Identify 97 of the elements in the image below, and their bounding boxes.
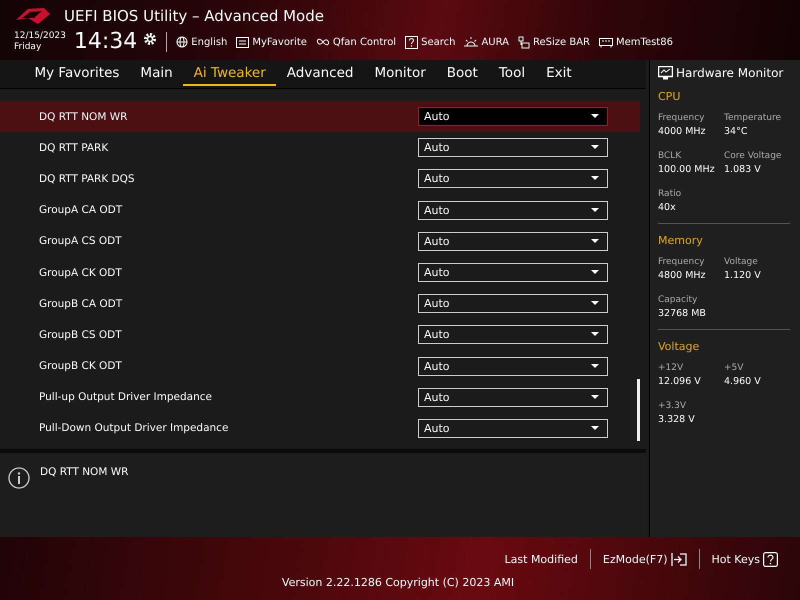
caret-icon: [591, 145, 599, 150]
tab[interactable]: Main: [130, 62, 184, 86]
section-title: Voltage: [658, 340, 700, 353]
footer-button[interactable]: Hot Keys: [700, 552, 790, 566]
toolbar-button[interactable]: ReSize BAR: [518, 36, 590, 48]
version-text: Version 2.22.1286 Copyright (C) 2023 AMI: [282, 576, 514, 589]
dropdown[interactable]: Auto: [418, 200, 608, 220]
help-text: DQ RTT NOM WR: [40, 466, 128, 478]
metric-value: 3.328 V: [658, 414, 696, 425]
metric-label: Frequency: [658, 257, 706, 267]
caret-icon: [591, 426, 599, 431]
tab[interactable]: Tool: [488, 62, 536, 86]
setting-label: GroupB CA ODT: [39, 298, 122, 310]
dropdown[interactable]: Auto: [418, 138, 608, 158]
tab[interactable]: Advanced: [276, 62, 364, 86]
footer-button[interactable]: Last Modified: [492, 552, 590, 566]
metric-label: Ratio: [658, 189, 682, 199]
chip-icon: [518, 36, 530, 48]
metric-value: 34°C: [724, 126, 748, 137]
help-icon: [405, 36, 418, 48]
info-icon: [8, 467, 30, 489]
metric-value: 40x: [658, 202, 677, 213]
logo-icon: [14, 6, 52, 26]
dropdown[interactable]: Auto: [418, 232, 608, 251]
monitor-icon: [658, 66, 673, 80]
setting-label: GroupA CK ODT: [39, 266, 122, 279]
metric-value: 32768 MB: [658, 308, 707, 319]
metric-label: +3.3V: [658, 401, 688, 411]
metric-label: Temperature: [724, 113, 782, 123]
metric-label: +12V: [658, 363, 684, 373]
toolbar-button[interactable]: MemTest86: [599, 36, 673, 48]
toolbar-button[interactable]: English: [176, 36, 228, 48]
dropdown[interactable]: Auto: [418, 325, 608, 344]
section-title: CPU: [658, 90, 682, 103]
caret-icon: [591, 301, 599, 306]
toolbar-button[interactable]: AURA: [464, 36, 509, 48]
date-text: 12/15/2023: [14, 31, 66, 42]
metric-label: +5V: [724, 363, 744, 373]
setting-label: GroupB CK ODT: [39, 360, 122, 372]
metric-value: 4.960 V: [724, 376, 762, 387]
metric-label: BCLK: [658, 151, 682, 161]
setting-label: GroupA CA ODT: [39, 204, 122, 216]
setting-label: GroupA CS ODT: [39, 235, 122, 248]
globe-icon: [176, 36, 188, 48]
clock-time: 14:34: [74, 30, 138, 54]
caret-icon: [591, 364, 599, 369]
caret-icon: [591, 176, 599, 182]
setting-label: DQ RTT NOM WR: [39, 110, 128, 123]
caret-icon: [591, 114, 599, 120]
footer-button[interactable]: EzMode(F7): [590, 552, 698, 566]
setting-label: Pull-Down Output Driver Impedance: [39, 422, 228, 434]
caret-icon: [591, 332, 599, 338]
section-title: Memory: [658, 234, 704, 247]
tab[interactable]: Ai Tweaker: [183, 62, 276, 86]
toolbar-button[interactable]: MyFavorite: [236, 36, 307, 48]
setting-label: DQ RTT PARK: [39, 142, 108, 154]
metric-value: 4000 MHz: [658, 126, 707, 137]
window-title: UEFI BIOS Utility – Advanced Mode: [64, 7, 324, 25]
metric-value: 1.083 V: [724, 164, 762, 175]
tab[interactable]: Exit: [536, 62, 582, 86]
dropdown[interactable]: Auto: [418, 418, 608, 438]
metric-value: 12.096 V: [658, 376, 702, 387]
caret-icon: [591, 238, 599, 244]
tab[interactable]: Monitor: [364, 62, 436, 86]
caret-icon: [591, 394, 599, 400]
caret-icon: [591, 270, 599, 276]
settings-icon[interactable]: [143, 32, 158, 46]
toolbar-button[interactable]: Search: [405, 36, 456, 48]
memory-icon: [599, 36, 614, 48]
scrollbar[interactable]: [637, 379, 640, 441]
metric-value: 100.00 MHz: [658, 164, 716, 175]
sun-icon: [464, 36, 478, 48]
dropdown[interactable]: Auto: [418, 356, 608, 376]
metric-value: 1.120 V: [724, 270, 762, 281]
metric-label: Frequency: [658, 113, 706, 123]
setting-label: Pull-up Output Driver Impedance: [39, 391, 212, 404]
caret-icon: [591, 208, 599, 213]
dropdown[interactable]: Auto: [418, 294, 608, 314]
help-icon: [763, 552, 778, 566]
metric-value: 4800 MHz: [658, 270, 707, 281]
exit-icon: [670, 552, 686, 566]
dropdown[interactable]: Auto: [418, 263, 608, 282]
toolbar-button[interactable]: Qfan Control: [316, 36, 396, 48]
fan-icon: [316, 36, 330, 48]
dropdown[interactable]: Auto: [418, 107, 608, 126]
metric-label: Voltage: [724, 257, 759, 267]
tab[interactable]: My Favorites: [24, 62, 130, 86]
tab[interactable]: Boot: [436, 62, 488, 86]
setting-label: GroupB CS ODT: [39, 328, 122, 341]
metric-label: Core Voltage: [724, 151, 782, 161]
panel-title: Hardware Monitor: [676, 66, 784, 80]
dropdown[interactable]: Auto: [418, 388, 608, 407]
day-text: Friday: [14, 42, 42, 53]
list-icon: [236, 36, 250, 48]
metric-label: Capacity: [658, 295, 698, 305]
dropdown[interactable]: Auto: [418, 169, 608, 188]
setting-label: DQ RTT PARK DQS: [39, 172, 135, 185]
